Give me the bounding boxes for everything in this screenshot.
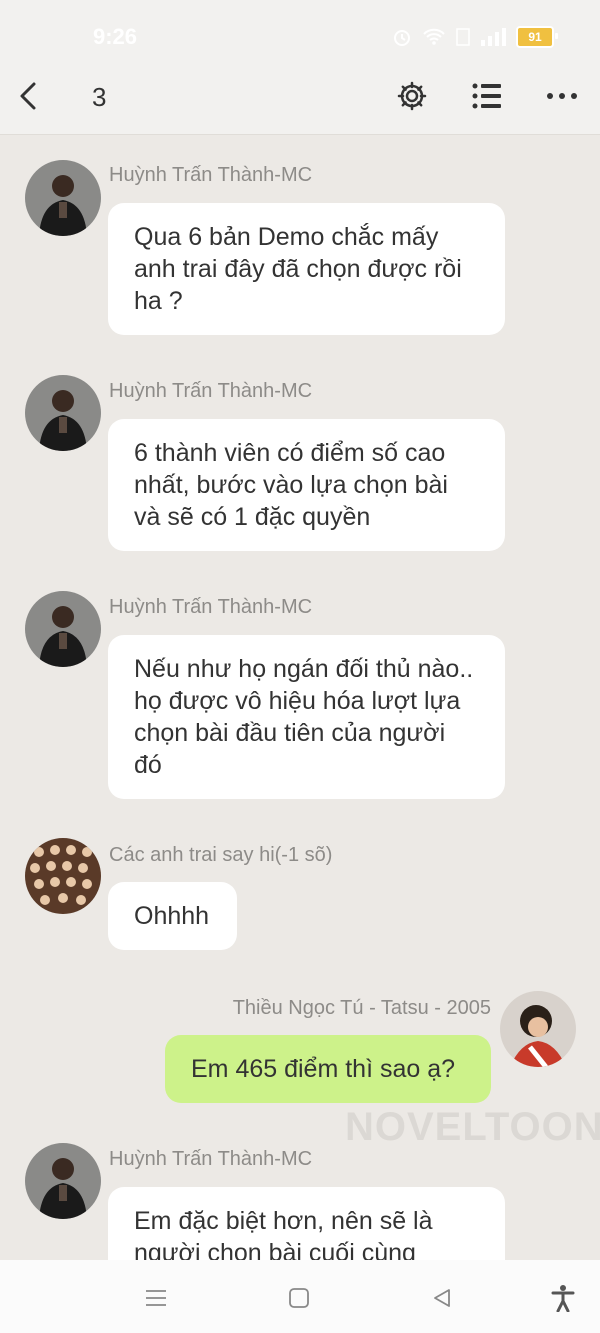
status-time: 9:26 [93,24,138,49]
sender-name: Thiều Ngọc Tú - Tatsu - 2005 [232,997,491,1019]
menu-nav-button[interactable] [136,1278,176,1318]
message-bubble[interactable]: Nếu như họ ngán đối thủ nào.. họ được vô… [108,635,505,799]
battery-level: 91 [528,30,542,44]
alarm-icon [394,30,410,46]
mc-avatar-icon [25,375,101,451]
avatar[interactable] [25,591,101,667]
avatar[interactable] [25,838,101,914]
message-bubble[interactable]: Em đặc biệt hơn, nên sẽ là người chọn bà… [108,1187,505,1260]
sender-name: Huỳnh Trấn Thành-MC [109,164,313,186]
triangle-back-icon [434,1289,450,1307]
list-button[interactable] [467,76,507,116]
group-avatar-icon [25,838,101,914]
gear-icon [397,81,427,111]
square-home-icon [289,1288,309,1308]
list-icon [472,83,501,109]
message-bubble[interactable]: Em 465 điểm thì sao ạ? [165,1035,491,1103]
message-bubble[interactable]: Ohhhh [108,882,237,950]
more-button[interactable] [542,76,582,116]
noveltoon-watermark: NOVELTOON [345,1105,600,1149]
message-bubble[interactable]: Qua 6 bản Demo chắc mấy anh trai đây đã … [108,203,505,335]
chat-header: 3 [0,62,600,135]
back-nav-button[interactable] [422,1278,462,1318]
settings-button[interactable] [392,76,432,116]
avatar[interactable] [25,160,101,236]
chevron-left-icon [20,82,36,110]
signal-icon [481,28,506,46]
sender-name: Các anh trai say hi(-1 sõ) [109,844,333,866]
chat-area[interactable]: Huỳnh Trấn Thành-MC Qua 6 bản Demo chắc … [0,135,600,1260]
volte-icon [456,28,470,46]
mc-avatar-icon [25,591,101,667]
chat-title: 3 [92,82,107,112]
sender-name: Huỳnh Trấn Thành-MC [109,1148,313,1170]
accessibility-button[interactable] [543,1278,583,1318]
more-icon [547,93,577,99]
avatar[interactable] [25,1143,101,1219]
accessibility-icon [551,1285,575,1312]
message-bubble[interactable]: 6 thành viên có điểm số cao nhất, bước v… [108,419,505,551]
status-icons: 91 [392,26,558,48]
system-nav-bar [0,1260,600,1333]
home-nav-button[interactable] [279,1278,319,1318]
sender-name: Huỳnh Trấn Thành-MC [109,380,313,402]
menu-icon [146,1290,166,1306]
wifi-icon [423,28,445,45]
back-button[interactable] [14,76,46,116]
sender-name: Huỳnh Trấn Thành-MC [109,596,313,618]
mc-avatar-icon [25,1143,101,1219]
avatar[interactable] [500,991,576,1067]
avatar[interactable] [25,375,101,451]
user-avatar-icon [500,991,576,1067]
battery-icon: 91 [516,26,558,48]
mc-avatar-icon [25,160,101,236]
